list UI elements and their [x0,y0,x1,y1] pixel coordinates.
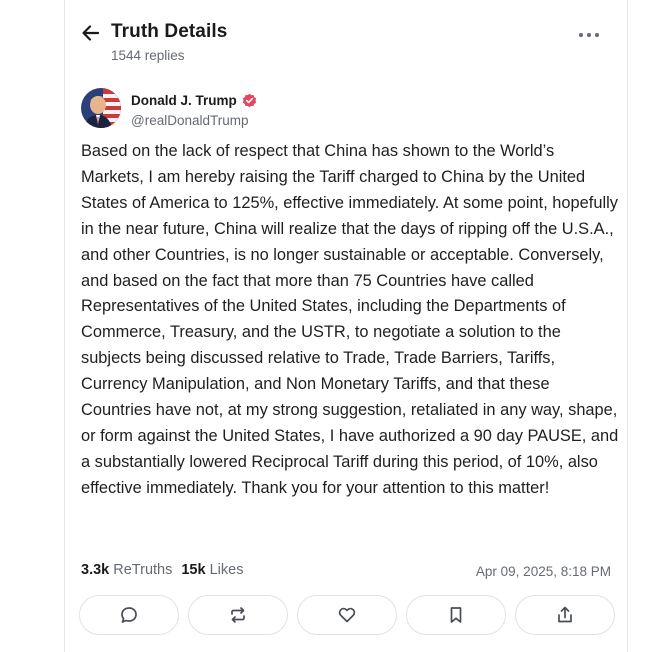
reply-count: 1544 replies [111,48,185,63]
back-button[interactable] [80,22,102,44]
action-bar [79,595,615,635]
author-name-text: Donald J. Trump [131,93,237,108]
likes-count: 15k [181,562,206,578]
arrow-left-icon [82,25,100,41]
page-title: Truth Details [111,21,228,42]
more-horizontal-icon [579,33,599,37]
verified-badge-icon [242,93,256,108]
post-timestamp: Apr 09, 2025, 8:18 PM [475,564,611,579]
bookmark-icon [450,607,462,623]
bookmark-button[interactable] [406,595,506,635]
share-icon [558,606,572,623]
author-handle[interactable]: @realDonaldTrump [131,113,249,128]
comment-icon [121,607,137,623]
retruth-button[interactable] [188,595,288,635]
avatar[interactable] [81,88,121,128]
share-button[interactable] [515,595,615,635]
like-button[interactable] [297,595,397,635]
repost-icon [231,607,245,623]
heart-icon [338,607,356,623]
reply-button[interactable] [79,595,179,635]
post-detail-panel: Truth Details 1544 replies Donald J. Tru… [64,0,628,652]
author-name[interactable]: Donald J. Trump [131,93,257,108]
likes-label: Likes [209,562,244,578]
avatar-image [81,88,121,128]
likes-stat[interactable]: 15k Likes [181,562,243,578]
more-options-button[interactable] [577,26,601,44]
post-text: Based on the lack of respect that China … [81,142,619,497]
retruths-count: 3.3k [81,562,110,578]
post-stats: 3.3k ReTruths 15k Likes [81,562,243,578]
retruths-label: ReTruths [113,562,173,578]
retruths-stat[interactable]: 3.3k ReTruths [81,562,172,578]
